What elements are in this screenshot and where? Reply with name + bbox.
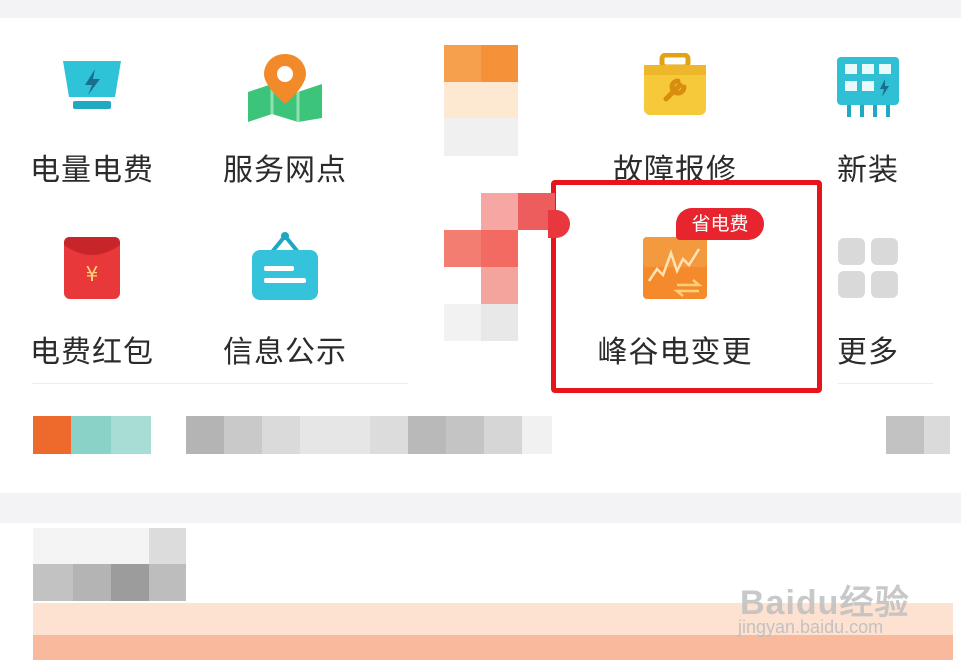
svg-text:¥: ¥ (86, 262, 99, 286)
service-label: 电费红包 (30, 335, 154, 370)
watermark-url: jingyan.baidu.com (738, 617, 884, 637)
service-label: 电量电费 (30, 153, 154, 188)
section-divider (838, 383, 933, 384)
service-public-info[interactable]: 信息公示 (200, 230, 370, 370)
service-red-packet[interactable]: ¥ 电费红包 (7, 230, 177, 370)
toolbox-icon (642, 52, 708, 117)
service-label: 服务网点 (223, 153, 347, 188)
grid-more-icon (836, 236, 900, 300)
red-envelope-icon: ¥ (62, 235, 122, 301)
highlight-frame (551, 180, 822, 393)
service-fault-repair[interactable]: 故障报修 (590, 50, 760, 190)
service-outlets[interactable]: 服务网点 (200, 50, 370, 190)
notice-board-icon (250, 230, 320, 302)
meter-panel-icon (835, 55, 901, 121)
service-new-install[interactable]: 新装 (783, 50, 953, 190)
map-pin-icon (246, 52, 324, 122)
service-label: 信息公示 (223, 335, 347, 370)
lightning-screen-icon (59, 55, 125, 117)
service-electricity-usage[interactable]: 电量电费 (7, 50, 177, 190)
section-divider (32, 383, 408, 384)
